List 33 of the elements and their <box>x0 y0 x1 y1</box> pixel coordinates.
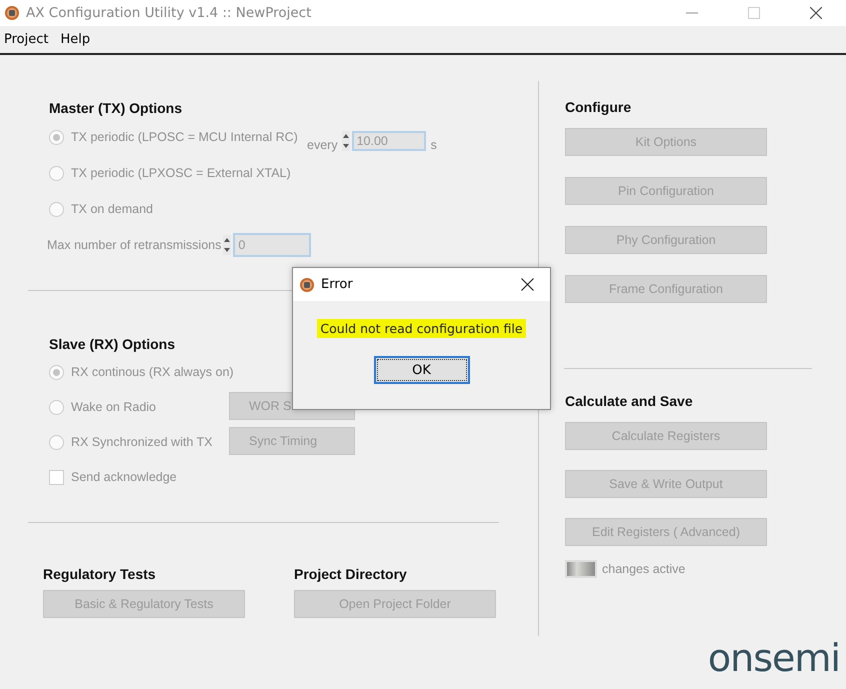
input-field[interactable]: 10.00 <box>352 131 426 151</box>
app-icon <box>4 5 20 21</box>
spinner-arrows-icon <box>223 235 232 255</box>
radio-label: TX on demand <box>71 202 153 216</box>
section-heading: Slave (RX) Options <box>49 336 176 352</box>
app-icon <box>299 276 315 292</box>
input-field[interactable]: 0 <box>233 233 312 257</box>
checkbox-label: Send acknowledge <box>71 470 177 484</box>
radio-label: TX periodic (LPOSC = MCU Internal RC) <box>71 130 298 144</box>
ok-button[interactable]: OK <box>374 356 470 384</box>
section-heading: Calculate and Save <box>565 393 694 409</box>
radio-label: RX continous (RX always on) <box>71 365 234 379</box>
indicator-label: changes active <box>602 562 686 576</box>
unit-label: s <box>430 137 437 152</box>
close-icon <box>810 7 822 19</box>
maximize-icon <box>748 7 760 19</box>
close-icon <box>521 278 534 291</box>
radio-label: Wake on Radio <box>71 400 156 414</box>
spinner-arrows-icon <box>342 131 350 151</box>
menu-item[interactable]: Project <box>4 32 48 47</box>
field-label: every <box>307 137 338 152</box>
menu-item[interactable]: Help <box>60 32 90 47</box>
section-heading: Configure <box>565 99 632 115</box>
section-heading: Project Directory <box>294 566 408 582</box>
error-message: Could not read configuration file <box>317 319 526 338</box>
section-heading: Master (TX) Options <box>49 100 184 116</box>
logo: onsemi <box>708 636 840 680</box>
window-title: AX Configuration Utility v1.4 :: NewProject <box>26 5 312 21</box>
dialog-title: Error <box>321 277 354 292</box>
radio-label: RX Synchronized with TX <box>71 435 212 449</box>
field-label: Max number of retransmissions <box>47 238 222 252</box>
radio-label: TX periodic (LPXOSC = External XTAL) <box>71 166 291 180</box>
section-heading: Regulatory Tests <box>43 566 157 582</box>
